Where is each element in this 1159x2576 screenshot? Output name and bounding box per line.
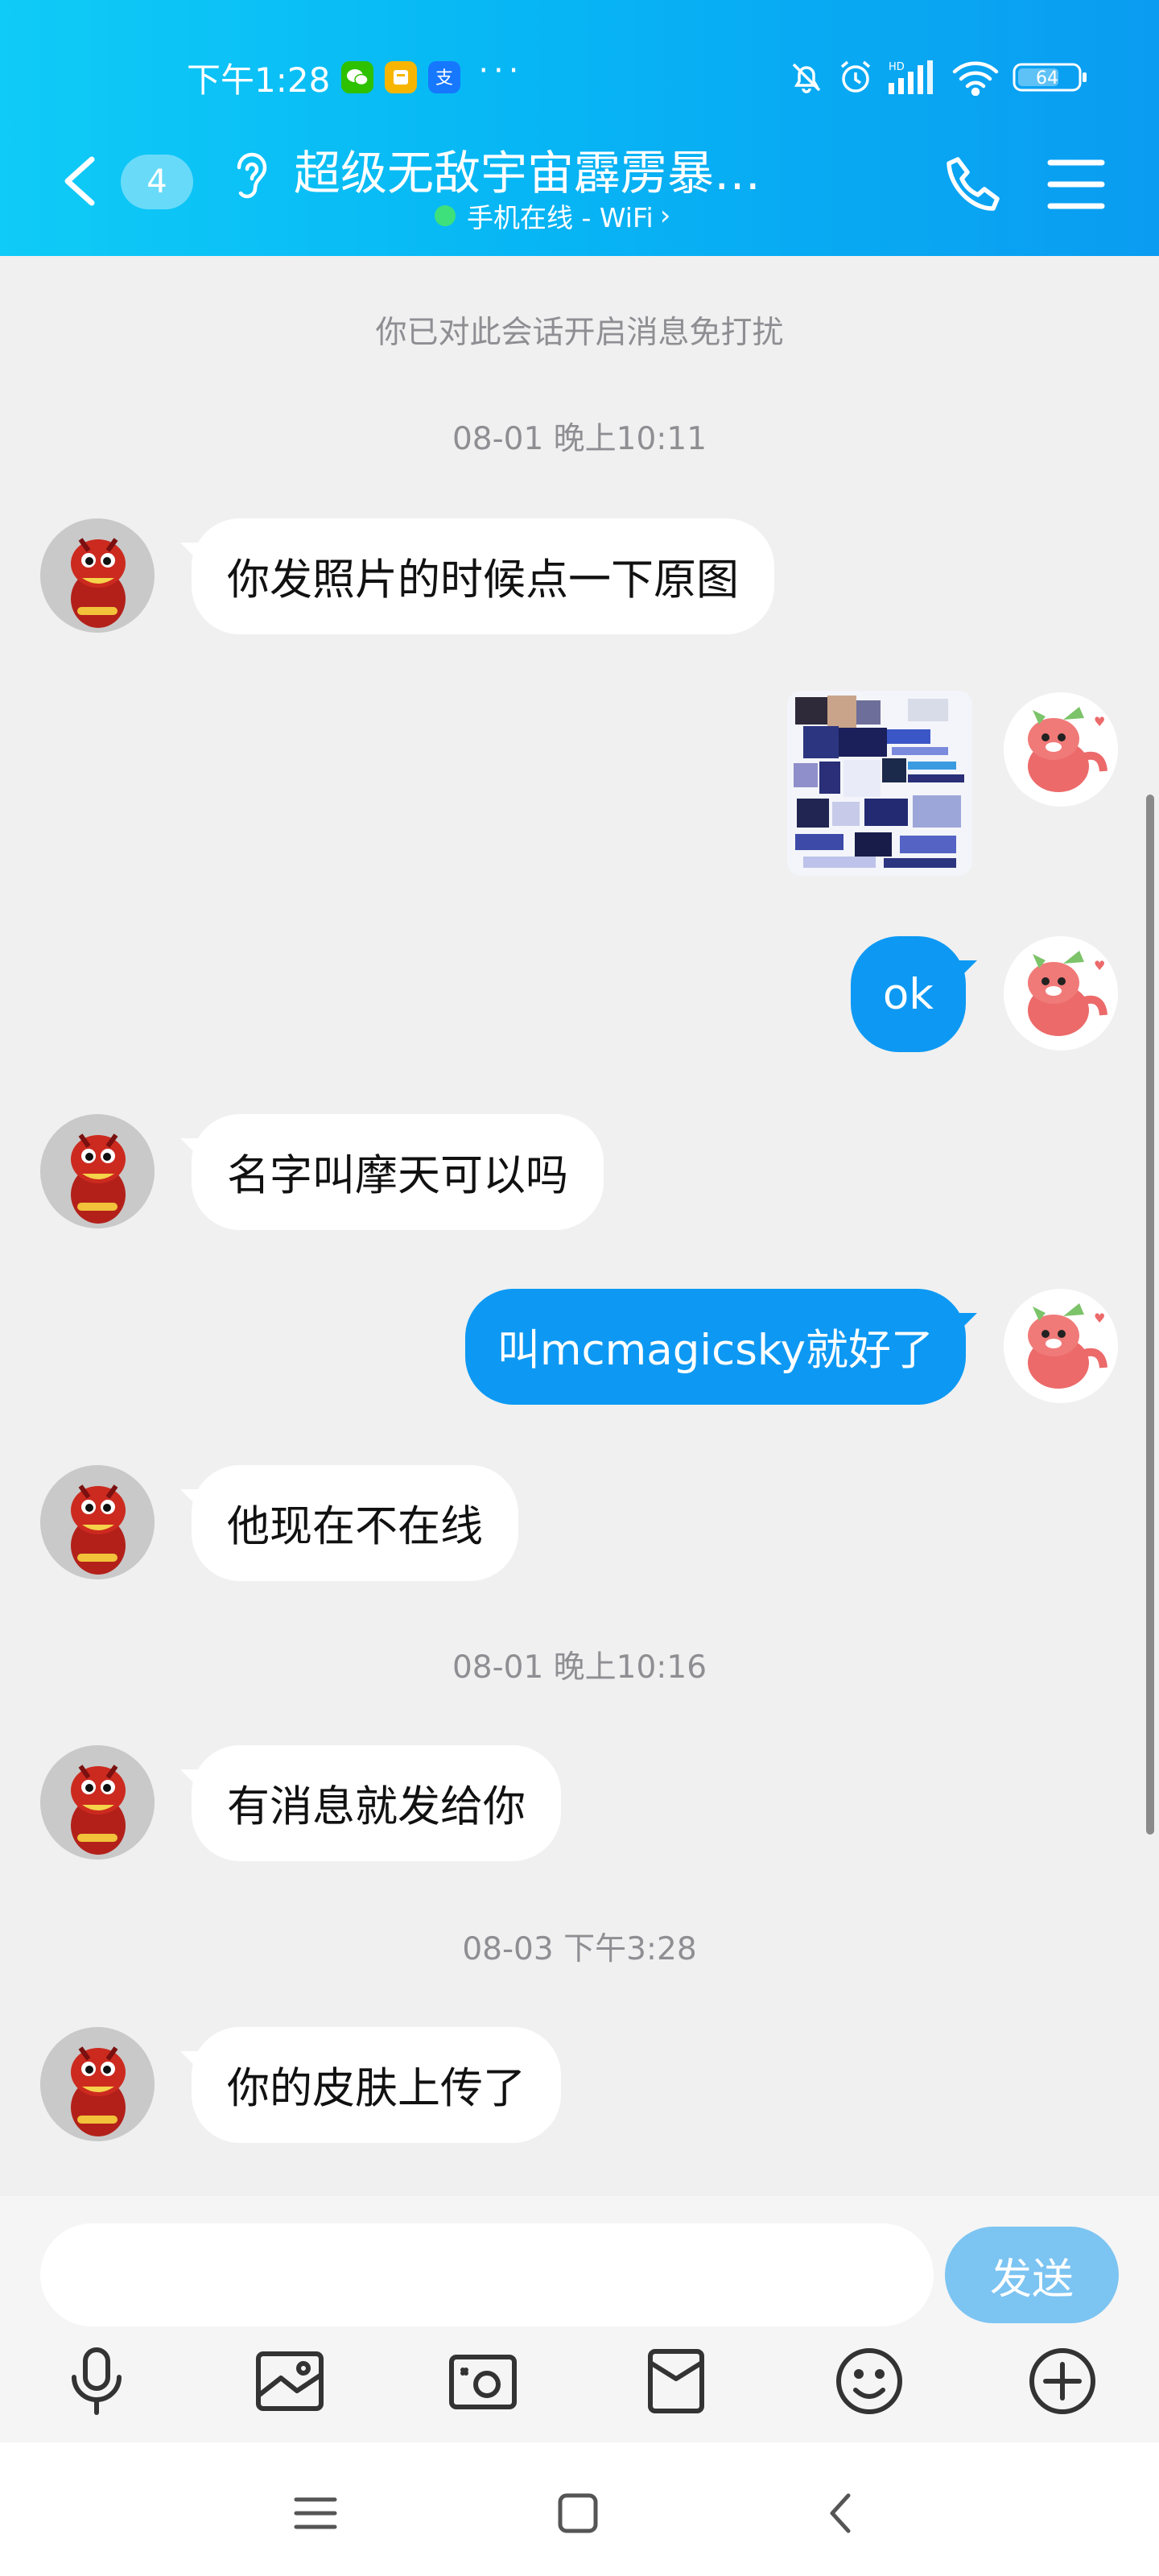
mute-bell-icon [789,60,824,95]
svg-text:支: 支 [435,68,453,89]
wifi-icon [951,59,1000,96]
image-icon [256,2351,324,2411]
chevron-left-icon [64,156,95,206]
received-message[interactable]: 你的皮肤上传了 [192,2027,561,2143]
recents-menu-icon [294,2497,337,2529]
scrollbar[interactable] [1146,795,1154,1835]
back-arrow-icon [830,2493,851,2533]
svg-text:♥: ♥ [1094,1311,1105,1326]
wechat-icon [341,61,374,93]
chat-title[interactable]: 超级无敌宇宙霹雳暴… [294,135,761,203]
chat-header: 下午1:28 支 ··· HD 64 4 超级无敌宇宙霹雳暴… 手机在线 - W… [0,0,1159,256]
contact-avatar[interactable] [40,518,155,633]
plus-circle-icon [1029,2348,1095,2414]
received-message[interactable]: 名字叫摩天可以吗 [192,1114,604,1230]
system-back-button[interactable] [808,2481,872,2545]
more-options-button[interactable] [1022,2341,1103,2421]
alipay-icon: 支 [428,61,461,93]
sent-message[interactable]: ok [850,936,966,1052]
svg-text:♥: ♥ [1094,714,1105,729]
online-status[interactable]: 手机在线 - WiFi › [435,196,670,235]
status-time: 下午1:28 [187,60,331,100]
received-message[interactable]: 有消息就发给你 [192,1745,561,1861]
earpiece-mode-icon[interactable] [229,147,270,206]
emoji-button[interactable] [829,2341,909,2421]
online-status-text: 手机在线 - WiFi [467,202,654,233]
received-message[interactable]: 他现在不在线 [192,1465,518,1581]
received-message[interactable]: 你发照片的时候点一下原图 [192,518,774,634]
contact-avatar[interactable] [40,1745,155,1860]
home-button[interactable] [546,2481,610,2545]
contact-avatar[interactable] [40,1465,155,1579]
voice-input-button[interactable] [56,2341,137,2421]
camera-button[interactable] [443,2341,523,2421]
red-packet-button[interactable] [636,2341,716,2421]
timestamp: 08-01 晚上10:11 [452,421,707,457]
alarm-icon [837,59,874,96]
hamburger-menu-icon [1047,159,1105,209]
cellular-signal-icon: HD [887,59,938,96]
battery-icon: 64 [1013,61,1088,93]
contact-avatar[interactable] [40,2027,155,2141]
more-notifications-icon: ··· [478,52,524,89]
message-list[interactable]: 你已对此会话开启消息免打扰 08-01 晚上10:11 你发照片的时候点一下原图… [0,256,1159,2196]
send-button[interactable]: 发送 [945,2227,1119,2323]
unread-count-badge[interactable]: 4 [121,155,193,209]
image-message[interactable] [787,691,972,876]
svg-text:64: 64 [1036,68,1058,89]
red-envelope-icon [648,2349,704,2413]
camera-icon [449,2355,517,2409]
notes-app-icon [385,61,418,93]
svg-text:♥: ♥ [1094,958,1105,973]
sent-message[interactable]: 叫mcmagicsky就好了 [464,1289,966,1405]
menu-button[interactable] [1046,158,1106,214]
home-square-icon [558,2493,598,2533]
status-bar-left: 下午1:28 支 ··· [187,52,524,101]
phone-icon [947,157,1000,211]
online-dot-icon [435,205,456,226]
my-avatar[interactable]: ♥ [1004,692,1118,807]
timestamp: 08-03 下午3:28 [462,1931,697,1967]
timestamp: 08-01 晚上10:16 [452,1649,707,1686]
chevron-right-icon: › [659,200,671,232]
voice-call-button[interactable] [942,153,1006,221]
microphone-icon [72,2347,122,2415]
status-bar-right: HD 64 [789,53,1101,101]
my-avatar[interactable]: ♥ [1004,1289,1118,1403]
input-area: 发送 [0,2196,1159,2442]
mute-notice: 你已对此会话开启消息免打扰 [375,315,784,351]
message-input[interactable] [40,2223,934,2326]
my-avatar[interactable]: ♥ [1004,936,1118,1051]
svg-text:HD: HD [889,61,905,73]
photo-album-button[interactable] [250,2341,330,2421]
recents-button[interactable] [283,2481,348,2545]
back-button[interactable] [56,153,105,209]
smiley-icon [836,2348,902,2414]
contact-avatar[interactable] [40,1114,155,1228]
system-navigation-bar [0,2442,1159,2576]
